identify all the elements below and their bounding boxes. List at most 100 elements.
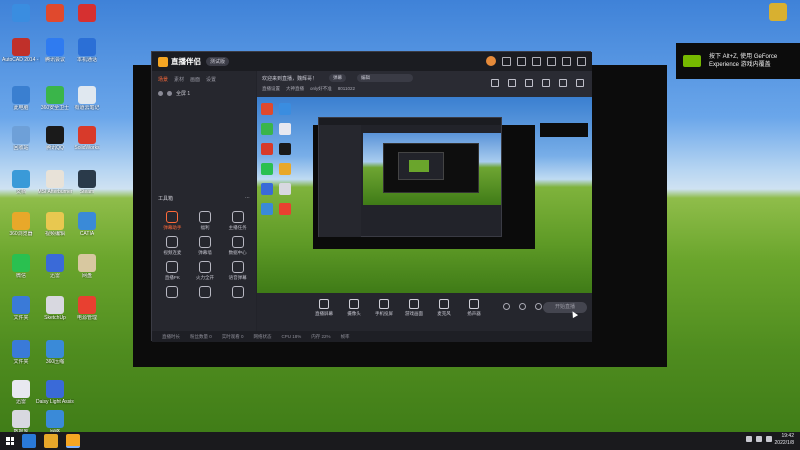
preview-nested-window <box>398 152 444 180</box>
tab-settings[interactable]: 设置 <box>206 76 216 83</box>
tool-label: 弹幕助手 <box>163 225 182 230</box>
tool-label: 福利 <box>200 225 210 230</box>
desktop-icon[interactable]: 迅雷 <box>38 254 72 279</box>
source-icon <box>349 299 359 309</box>
edit-chip[interactable]: 编辑 <box>357 74 413 82</box>
record-icon[interactable] <box>542 79 550 87</box>
desktop-icon[interactable]: 360浏览器 <box>4 212 38 237</box>
close-icon[interactable] <box>577 56 586 66</box>
info-icon[interactable] <box>519 303 526 310</box>
desktop-icon[interactable]: 本机通话 <box>70 38 104 63</box>
tab-scene[interactable]: 场景 <box>158 76 168 83</box>
start-live-button[interactable]: 开始直播 <box>543 302 587 313</box>
tool-item[interactable] <box>221 286 254 300</box>
network-icon[interactable] <box>746 436 752 442</box>
desktop-icon[interactable]: 有道云笔记 <box>70 86 104 111</box>
preview-canvas[interactable] <box>257 97 592 293</box>
desktop-icon[interactable]: 网盘 <box>70 254 104 279</box>
tool-item[interactable]: 直播PK <box>156 261 189 281</box>
desktop-icon[interactable]: 腾讯会议 <box>38 38 72 63</box>
desktop-icon[interactable]: Steam <box>70 170 104 195</box>
message-icon[interactable] <box>517 56 526 66</box>
desktop-icon[interactable]: SketchUp <box>38 296 72 321</box>
desktop-icon-label: Steam <box>79 189 95 195</box>
source-button[interactable]: 直播屏幕 <box>313 299 335 317</box>
desktop-icon[interactable]: 微信 <box>4 254 38 279</box>
geforce-toast[interactable]: 按下 Alt+Z, 使用 GeForce Experience 游戏内覆盖 <box>676 43 800 79</box>
source-button[interactable]: 扬声器 <box>463 299 485 317</box>
taskbar-search-icon[interactable] <box>22 434 36 448</box>
top-right-desktop-icon[interactable] <box>761 3 795 22</box>
tool-item[interactable] <box>189 286 222 300</box>
desktop-icon[interactable]: 回收站 <box>4 126 38 151</box>
visibility-icon[interactable] <box>158 91 163 96</box>
app-icon <box>46 126 64 144</box>
subinfo-item[interactable]: 直播设置 <box>262 86 280 92</box>
tab-canvas[interactable]: 画面 <box>190 76 200 83</box>
desktop-icon[interactable]: 此电脑 <box>4 86 38 111</box>
avatar[interactable] <box>486 56 496 66</box>
taskbar-browser-icon[interactable] <box>44 434 58 448</box>
app-icon <box>12 340 30 358</box>
minimize-icon[interactable] <box>547 56 556 66</box>
camera-settings-icon[interactable] <box>503 303 510 310</box>
desktop-icon[interactable] <box>4 4 38 23</box>
desktop-icon[interactable]: 文件夹 <box>4 296 38 321</box>
desktop-icon[interactable]: 文件夹 <box>4 340 38 365</box>
toolbox-more-icon[interactable]: ⋯ <box>245 195 250 202</box>
danmu-chip[interactable]: 弹幕 <box>329 74 346 82</box>
tool-item[interactable]: 福利 <box>189 211 222 231</box>
preview-nested-canvas <box>363 133 501 205</box>
clock[interactable]: 19:42 2022/1/8 <box>775 433 794 447</box>
tool-item[interactable]: 视频连麦 <box>156 236 189 256</box>
desktop-icon[interactable]: 电源管理 <box>70 296 104 321</box>
status-item: CPU 18% <box>281 334 302 339</box>
desktop-icon[interactable]: 360安全卫士 <box>38 86 72 111</box>
gear-icon[interactable] <box>535 303 542 310</box>
desktop-icon[interactable]: AutoCAD 2014 - 简体中文 <box>2 38 40 63</box>
desktop-icon[interactable] <box>70 4 104 23</box>
desktop-icon-label: Daisy Light Assistant <box>36 399 74 405</box>
desktop-icon[interactable]: Daisy Light Assistant <box>36 380 74 405</box>
desktop-icon[interactable]: 迅雷 <box>4 380 38 405</box>
taskbar-live-companion-icon[interactable] <box>66 434 80 448</box>
desktop-icon[interactable]: SolidWorks <box>70 126 104 151</box>
lock-icon[interactable] <box>167 91 172 96</box>
volume-icon[interactable] <box>756 436 762 442</box>
source-button[interactable]: 摄像头 <box>343 299 365 317</box>
start-icon[interactable] <box>6 437 14 445</box>
desktop-icon-label: 360浏览器 <box>9 231 33 237</box>
screenshot-icon[interactable] <box>491 79 499 87</box>
tool-item[interactable]: 弹幕助手 <box>156 211 189 231</box>
taskbar: 19:42 2022/1/8 <box>0 432 800 450</box>
share-icon[interactable] <box>576 79 584 87</box>
tool-item[interactable]: 语音弹幕 <box>221 261 254 281</box>
source-button[interactable]: 手机投屏 <box>373 299 395 317</box>
tool-item[interactable] <box>156 286 189 300</box>
source-button[interactable]: 麦克风 <box>433 299 455 317</box>
desktop-icon[interactable]: 视频编辑 <box>38 212 72 237</box>
tab-material[interactable]: 素材 <box>174 76 184 83</box>
bell-icon[interactable] <box>559 79 567 87</box>
maximize-icon[interactable] <box>562 56 571 66</box>
desktop-icon[interactable]: CATIA <box>70 212 104 237</box>
scene-item[interactable]: 全屏 1 <box>152 88 256 99</box>
title-bar[interactable]: 直播伴侣 测试版 <box>152 52 592 71</box>
app-icon <box>46 4 64 22</box>
tool-item[interactable]: 弹幕墙 <box>189 236 222 256</box>
tool-item[interactable]: 主播任务 <box>221 211 254 231</box>
source-button[interactable]: 游戏画面 <box>403 299 425 317</box>
layout-icon[interactable] <box>525 79 533 87</box>
desktop-icon[interactable] <box>38 4 72 23</box>
menu-icon[interactable] <box>532 56 541 66</box>
tool-item[interactable]: 数据中心 <box>221 236 254 256</box>
desktop-icon[interactable]: 360压缩 <box>38 340 72 365</box>
lock-icon[interactable] <box>508 79 516 87</box>
desktop-icon[interactable]: MSI Afterburner <box>38 170 73 195</box>
ime-icon[interactable] <box>766 436 772 442</box>
source-icon <box>409 299 419 309</box>
desktop-icon[interactable]: 腾讯QQ <box>38 126 72 151</box>
tool-item[interactable]: 火力全开 <box>189 261 222 281</box>
desktop-icon[interactable]: 文档 <box>4 170 38 195</box>
settings-icon[interactable] <box>502 56 511 66</box>
